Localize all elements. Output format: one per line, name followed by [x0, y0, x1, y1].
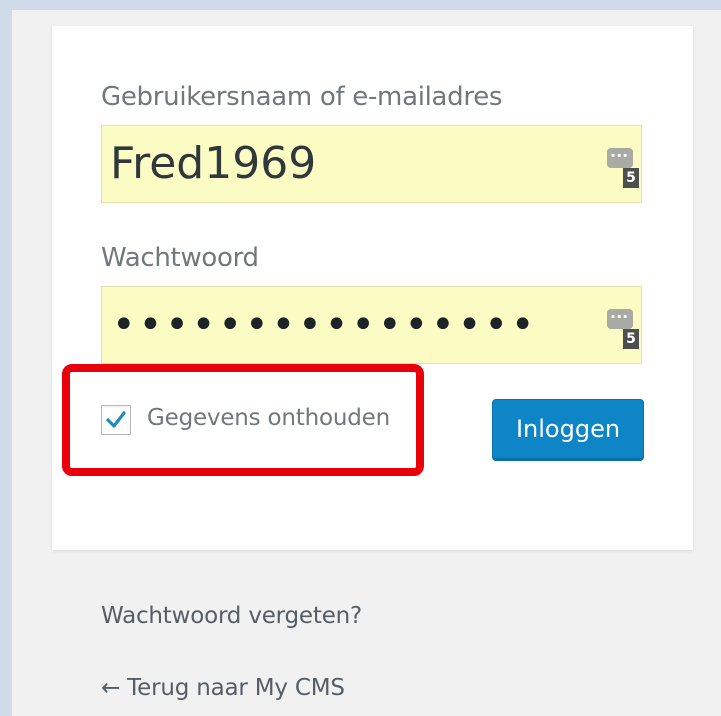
password-count-badge: 5: [623, 329, 639, 349]
back-to-site-link[interactable]: ← Terug naar My CMS: [101, 675, 345, 701]
chat-bubble-icon: ...: [607, 303, 633, 329]
username-value: Fred1969: [110, 138, 317, 189]
chat-bubble-icon: ...: [607, 142, 633, 168]
username-field[interactable]: Fred1969 ... 5: [101, 125, 642, 203]
password-field[interactable]: •••••••••••••••• ... 5: [101, 286, 642, 364]
remember-me-checkbox[interactable]: [101, 405, 131, 435]
password-label: Wachtwoord: [101, 243, 259, 273]
password-count-badge: 5: [623, 168, 639, 188]
password-manager-icon[interactable]: ... 5: [607, 303, 639, 349]
password-manager-icon[interactable]: ... 5: [607, 142, 639, 188]
checkmark-icon: [106, 411, 126, 428]
forgot-password-link[interactable]: Wachtwoord vergeten?: [101, 603, 362, 629]
remember-me-label[interactable]: Gegevens onthouden: [147, 405, 390, 431]
login-button[interactable]: Inloggen: [492, 399, 644, 459]
username-label: Gebruikersnaam of e-mailadres: [101, 82, 503, 112]
password-masked-value: ••••••••••••••••: [112, 302, 538, 348]
